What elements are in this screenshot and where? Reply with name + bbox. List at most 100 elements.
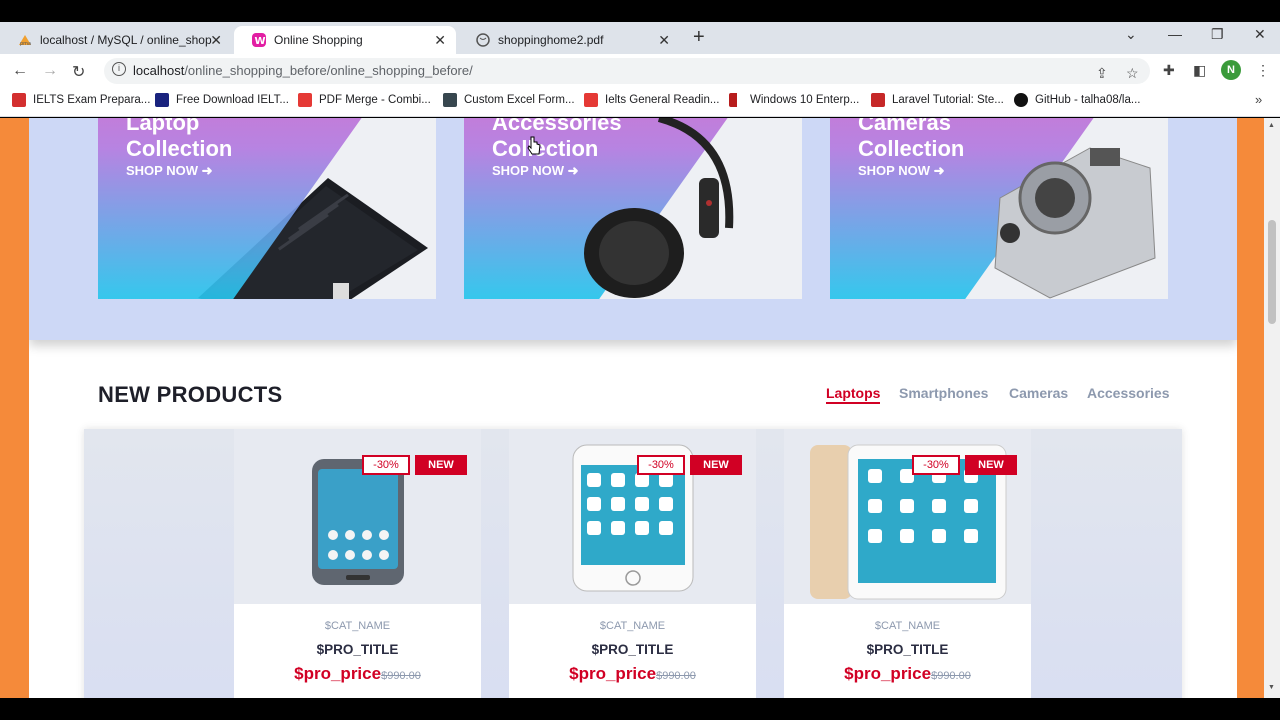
extensions-puzzle-icon[interactable]: ✚ <box>1163 62 1175 79</box>
bookmark-item[interactable]: Windows 10 Enterp... <box>729 93 859 107</box>
collection-cameras[interactable]: Cameras Collection SHOP NOW ➜ <box>830 118 1168 299</box>
tab-strip: pma localhost / MySQL / online_shop ✕ W … <box>0 22 1280 54</box>
page-scrollbar[interactable]: ▲ ▼ <box>1264 118 1280 698</box>
galaxy-phone-icon <box>312 459 404 585</box>
sale-badge: -30% <box>912 455 960 475</box>
product-image: -30% NEW <box>784 429 1031 604</box>
price-old: $990.00 <box>656 670 696 682</box>
bookmark-label: IELTS Exam Prepara... <box>33 94 151 106</box>
collection-accessories[interactable]: Accessories Collection SHOP NOW ➜ <box>464 118 802 299</box>
product-card[interactable]: -30% NEW $CAT_NAME $PRO_TITLE $pro_price… <box>784 429 1031 698</box>
globe-icon <box>476 33 490 47</box>
tab-label: localhost / MySQL / online_shop <box>40 33 212 47</box>
tab-pdf[interactable]: shoppinghome2.pdf ✕ <box>458 26 680 54</box>
product-card[interactable]: -30% NEW $CAT_NAME $PRO_TITLE $pro_price… <box>509 429 756 698</box>
new-badge: NEW <box>965 455 1017 475</box>
price-current: $pro_price <box>569 664 657 683</box>
phpmyadmin-icon: pma <box>18 33 32 47</box>
side-panel-icon[interactable]: ◧ <box>1193 62 1206 79</box>
collection-title: Cameras Collection <box>858 118 965 161</box>
shop-now-link[interactable]: SHOP NOW ➜ <box>858 163 945 179</box>
bookmark-item[interactable]: Custom Excel Form... <box>443 93 575 107</box>
scroll-thumb[interactable] <box>1268 220 1276 324</box>
bookmark-label: PDF Merge - Combi... <box>319 94 431 106</box>
url-path: /online_shopping_before/online_shopping_… <box>184 63 473 78</box>
bookmark-item[interactable]: PDF Merge - Combi... <box>298 93 431 107</box>
screen: pma localhost / MySQL / online_shop ✕ W … <box>0 0 1280 720</box>
tab-online-shopping[interactable]: W Online Shopping ✕ <box>234 26 456 54</box>
product-category: $CAT_NAME <box>324 620 391 632</box>
reload-icon[interactable]: ↻ <box>72 62 85 82</box>
bookmark-label: Laravel Tutorial: Ste... <box>892 94 1004 106</box>
avatar[interactable]: N <box>1221 60 1241 80</box>
svg-text:pma: pma <box>20 41 31 47</box>
top-black-bar <box>0 0 1280 22</box>
bottom-black-bar <box>0 698 1280 720</box>
bookmark-item[interactable]: GitHub - talha08/la... <box>1014 93 1140 107</box>
scroll-up-icon[interactable]: ▲ <box>1268 122 1275 129</box>
window-close-icon[interactable]: ✕ <box>1254 26 1266 43</box>
tab-label: shoppinghome2.pdf <box>498 33 604 47</box>
collections-section: Laptop Collection SHOP NOW ➜ Accessories C… <box>29 118 1237 340</box>
tab-cameras[interactable]: Cameras <box>1009 385 1068 401</box>
restore-icon[interactable]: ❐ <box>1211 26 1224 43</box>
bookmarks-bar: IELTS Exam Prepara... Free Download IELT… <box>0 88 1280 117</box>
tab-laptops[interactable]: Laptops <box>826 385 881 404</box>
close-icon[interactable]: ✕ <box>210 32 222 49</box>
product-title[interactable]: $PRO_TITLE <box>509 642 756 657</box>
github-icon <box>1014 93 1028 107</box>
page-content: Laptop Collection SHOP NOW ➜ Accessories C… <box>29 118 1237 698</box>
scroll-down-icon[interactable]: ▼ <box>1268 684 1275 691</box>
star-icon[interactable]: ☆ <box>1126 65 1139 82</box>
products-slider: -30% NEW $CAT_NAME $PRO_TITLE $pro_price… <box>84 429 1182 698</box>
product-price: $pro_price$990.00 <box>784 664 1031 684</box>
sale-badge: -30% <box>637 455 685 475</box>
bookmark-item[interactable]: IELTS Exam Prepara... <box>12 93 150 107</box>
product-body: $CAT_NAME $PRO_TITLE $pro_price$990.00 <box>784 604 1031 698</box>
tab-phpmyadmin[interactable]: pma localhost / MySQL / online_shop ✕ <box>0 26 232 54</box>
collection-title: Accessories Collection <box>492 118 622 161</box>
price-current: $pro_price <box>294 664 382 683</box>
product-body: $CAT_NAME $PRO_TITLE $pro_price$990.00 <box>234 604 481 698</box>
back-arrow-icon[interactable]: ← <box>12 62 28 80</box>
bookmarks-more-icon[interactable]: » <box>1255 92 1262 107</box>
info-icon[interactable]: i <box>112 62 126 76</box>
arrow-circle-icon: ➜ <box>567 163 579 178</box>
collection-title: Laptop Collection <box>126 118 233 161</box>
kebab-menu-icon[interactable]: ⋮ <box>1256 62 1270 79</box>
sale-badge: -30% <box>362 455 410 475</box>
shop-now-link[interactable]: SHOP NOW ➜ <box>126 163 213 179</box>
bookmark-item[interactable]: Free Download IELT... <box>155 93 289 107</box>
close-icon[interactable]: ✕ <box>658 32 670 49</box>
camera-icon <box>994 147 1156 299</box>
product-image: -30% NEW <box>509 429 756 604</box>
share-icon[interactable]: ⇪ <box>1096 65 1108 82</box>
ielts-reading-icon <box>584 93 598 107</box>
new-badge: NEW <box>690 455 742 475</box>
shop-now-link[interactable]: SHOP NOW ➜ <box>492 163 579 179</box>
tab-smartphones[interactable]: Smartphones <box>899 385 988 401</box>
product-title[interactable]: $PRO_TITLE <box>784 642 1031 657</box>
close-icon[interactable]: ✕ <box>434 32 446 49</box>
product-title[interactable]: $PRO_TITLE <box>234 642 481 657</box>
product-category: $CAT_NAME <box>599 620 666 632</box>
bookmark-label: Windows 10 Enterp... <box>750 94 860 106</box>
forward-arrow-icon[interactable]: → <box>42 62 58 80</box>
bookmark-label: Custom Excel Form... <box>464 94 575 106</box>
section-title: NEW PRODUCTS <box>98 382 283 407</box>
bookmark-label: Free Download IELT... <box>176 94 289 106</box>
tab-accessories[interactable]: Accessories <box>1087 385 1170 401</box>
bookmark-label: Ielts General Readin... <box>605 94 720 106</box>
minimize-icon[interactable]: — <box>1168 26 1182 42</box>
bookmark-item[interactable]: Laravel Tutorial: Ste... <box>871 93 1004 107</box>
tab-search-chevron-icon[interactable]: ⌄ <box>1125 26 1137 43</box>
url-field[interactable]: i localhost/online_shopping_before/onlin… <box>104 58 1150 84</box>
new-badge: NEW <box>415 455 467 475</box>
product-category: $CAT_NAME <box>874 620 941 632</box>
bookmark-item[interactable]: Ielts General Readin... <box>584 93 719 107</box>
collection-laptop[interactable]: Laptop Collection SHOP NOW ➜ <box>98 118 436 299</box>
ielts-grid-icon <box>12 93 26 107</box>
product-card[interactable]: -30% NEW $CAT_NAME $PRO_TITLE $pro_price… <box>234 429 481 698</box>
new-tab-plus-icon[interactable]: + <box>693 26 705 49</box>
product-price: $pro_price$990.00 <box>509 664 756 684</box>
